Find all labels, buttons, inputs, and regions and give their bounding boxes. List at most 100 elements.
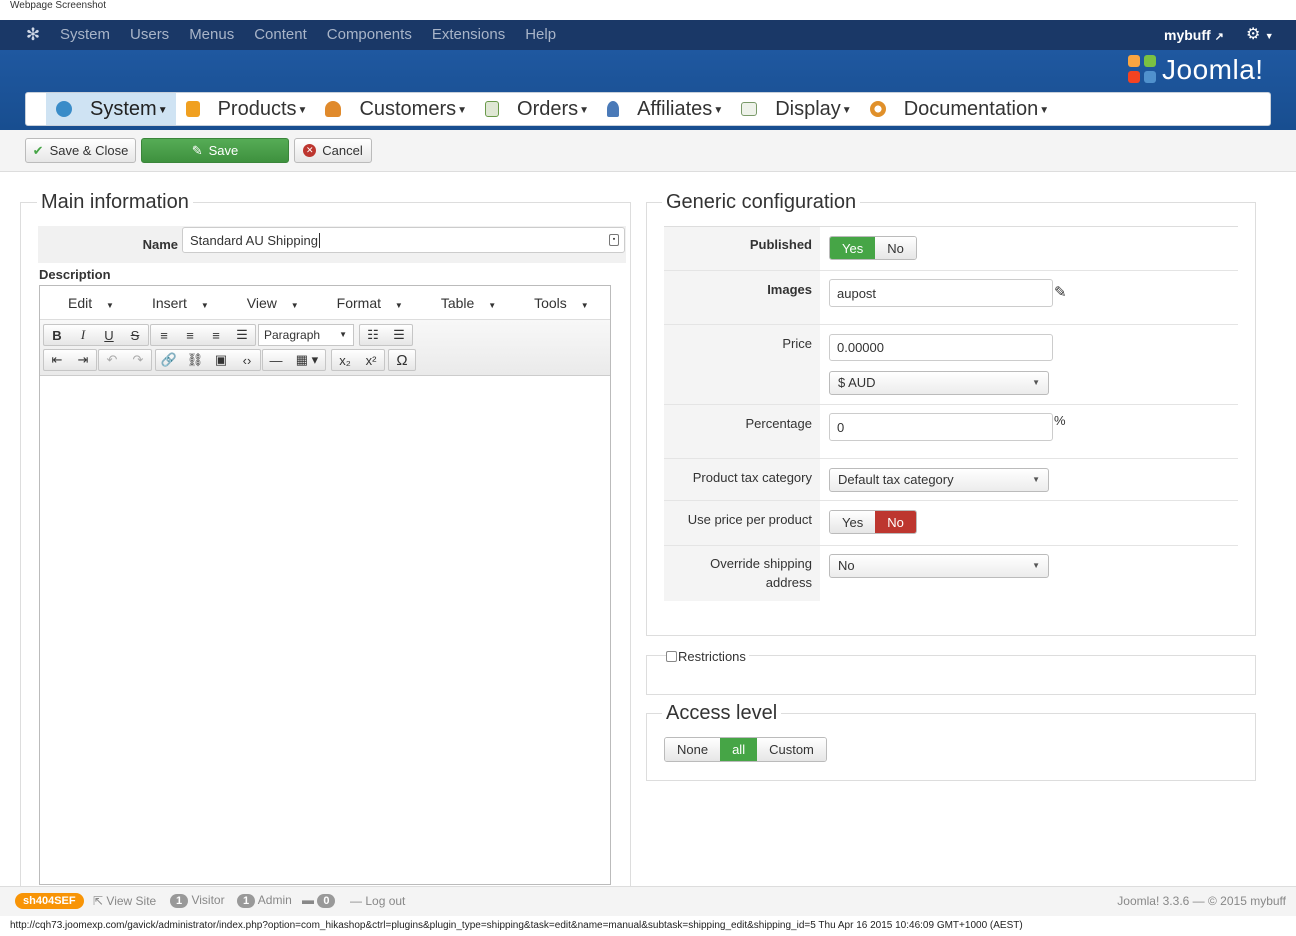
settings-menu[interactable]: ⚙ ▼ (1246, 20, 1274, 51)
cancel-label: Cancel (322, 143, 363, 158)
chevron-down-icon: ▼ (339, 330, 347, 339)
user-link[interactable]: mybuff ↗ (1164, 20, 1224, 52)
editor-menu-edit[interactable]: Edit ▼ (54, 295, 114, 311)
align-justify-icon[interactable]: ☰ (229, 327, 255, 343)
messages-status[interactable]: ▬ 0 (302, 893, 336, 908)
editor-menu-format[interactable]: Format ▼ (323, 295, 403, 311)
unlink-icon[interactable]: ⛓ (182, 352, 208, 368)
menu-components[interactable]: Components (327, 20, 412, 50)
pencil-icon[interactable]: ✎ (1054, 283, 1067, 301)
override-address-select[interactable]: No ▼ (829, 554, 1049, 578)
percentage-row: Percentage 0 % (664, 405, 1238, 459)
editor-menu-tools[interactable]: Tools ▼ (520, 295, 589, 311)
nav-orders[interactable]: Orders ▼ (475, 93, 597, 125)
contact-card-icon: ▪ (609, 234, 619, 246)
bold-icon[interactable]: B (44, 328, 70, 343)
editor-menu-view[interactable]: View ▼ (233, 295, 299, 311)
name-input[interactable]: Standard AU Shipping ▪ (182, 227, 625, 253)
numbered-list-icon[interactable]: ☰ (386, 327, 412, 343)
menu-system[interactable]: System (60, 20, 110, 50)
currency-value: $ AUD (838, 375, 876, 390)
access-none-button[interactable]: None (665, 738, 721, 761)
align-left-icon[interactable]: ≡ (151, 328, 177, 343)
joomla-logo-icon[interactable]: ✻ (24, 26, 42, 44)
menu-menus[interactable]: Menus (189, 20, 234, 50)
subscript-icon[interactable]: x₂ (332, 353, 358, 368)
save-button[interactable]: ✎ Save (141, 138, 289, 163)
images-label: Images (664, 271, 820, 324)
admin-menu: System Users Menus Content Components Ex… (60, 20, 576, 50)
editor-content-area[interactable] (40, 376, 610, 884)
override-address-text: Override shipping address (710, 556, 812, 590)
redo-icon[interactable]: ↷ (125, 352, 151, 368)
link-icon[interactable]: 🔗 (156, 352, 182, 368)
menu-users[interactable]: Users (130, 20, 169, 50)
save-close-button[interactable]: ✔ Save & Close (25, 138, 136, 163)
check-icon: ✔ (32, 142, 44, 158)
omega-icon[interactable]: Ω (389, 352, 415, 369)
nav-display[interactable]: Display ▼ (731, 93, 859, 125)
access-custom-button[interactable]: Custom (757, 738, 826, 761)
menu-extensions[interactable]: Extensions (432, 20, 505, 50)
images-input[interactable]: aupost (829, 279, 1053, 307)
italic-icon[interactable]: I (70, 327, 96, 343)
horizontal-rule-icon[interactable]: — (263, 353, 289, 368)
nav-label: Customers (359, 97, 457, 120)
price-per-product-no-button[interactable]: No (875, 511, 916, 533)
nav-system[interactable]: System ▼ (46, 93, 176, 125)
price-per-product-yes-button[interactable]: Yes (830, 511, 876, 533)
strikethrough-icon[interactable]: S (122, 328, 148, 343)
caret-down-icon: ▼ (841, 104, 852, 116)
admins-status: 1 Admin (237, 893, 292, 908)
nav-customers[interactable]: Customers ▼ (315, 93, 475, 125)
align-center-icon[interactable]: ≡ (177, 328, 203, 343)
access-level-toggle: None all Custom (664, 737, 827, 762)
view-site-label: View Site (106, 894, 157, 908)
sh404sef-badge[interactable]: sh404SEF (15, 893, 84, 909)
superscript-icon[interactable]: x² (358, 353, 384, 368)
chevron-down-icon: ▼ (394, 300, 403, 310)
text-style-group: B I U S (43, 324, 149, 346)
access-all-button[interactable]: all (720, 738, 758, 761)
editor-menu-insert[interactable]: Insert ▼ (138, 295, 209, 311)
visitors-status: 1 Visitor (170, 893, 225, 908)
cancel-button[interactable]: ✕ Cancel (294, 138, 372, 163)
undo-icon[interactable]: ↶ (99, 352, 125, 368)
status-url: http://cqh73.joomexp.com/gavick/administ… (10, 920, 1023, 931)
price-per-product-toggle: Yes No (829, 510, 917, 534)
align-right-icon[interactable]: ≡ (203, 328, 229, 343)
chevron-down-icon: ▼ (1264, 31, 1274, 41)
tax-category-select[interactable]: Default tax category ▼ (829, 468, 1049, 492)
editor-menu-table[interactable]: Table ▼ (427, 295, 496, 311)
code-icon[interactable]: ‹› (234, 353, 260, 368)
outdent-icon[interactable]: ⇤ (44, 352, 70, 368)
version-info: Joomla! 3.3.6 — © 2015 mybuff (1117, 894, 1286, 908)
currency-select[interactable]: $ AUD ▼ (829, 371, 1049, 395)
caret-down-icon: ▼ (297, 104, 308, 116)
editor-menu-label: View (246, 294, 277, 311)
generic-configuration-legend: Generic configuration (662, 191, 861, 213)
published-no-button[interactable]: No (875, 237, 916, 259)
menu-help[interactable]: Help (525, 20, 556, 50)
nav-products[interactable]: Products ▼ (176, 93, 316, 125)
screenshot-caption: Webpage Screenshot (10, 0, 106, 11)
main-information-legend: Main information (37, 191, 193, 213)
nav-affiliates[interactable]: Affiliates ▼ (597, 93, 731, 125)
underline-icon[interactable]: U (96, 328, 122, 343)
logout-link[interactable]: — Log out (350, 894, 405, 908)
image-icon[interactable]: ▣ (208, 352, 234, 368)
price-input[interactable]: 0.00000 (829, 334, 1053, 361)
published-row: Published Yes No (664, 227, 1238, 271)
tools-icon (56, 101, 72, 117)
restrictions-checkbox[interactable] (666, 651, 677, 662)
indent-icon[interactable]: ⇥ (70, 352, 96, 368)
menu-content[interactable]: Content (254, 20, 307, 50)
table-icon[interactable]: ▦ ▾ (289, 352, 325, 368)
caret-down-icon: ▼ (579, 104, 590, 116)
percentage-input[interactable]: 0 (829, 413, 1053, 441)
view-site-link[interactable]: ⇱ View Site (93, 894, 156, 908)
bullet-list-icon[interactable]: ☷ (360, 327, 386, 343)
nav-documentation[interactable]: Documentation ▼ (860, 93, 1057, 125)
published-yes-button[interactable]: Yes (830, 237, 876, 259)
paragraph-select[interactable]: Paragraph ▼ (258, 324, 354, 346)
